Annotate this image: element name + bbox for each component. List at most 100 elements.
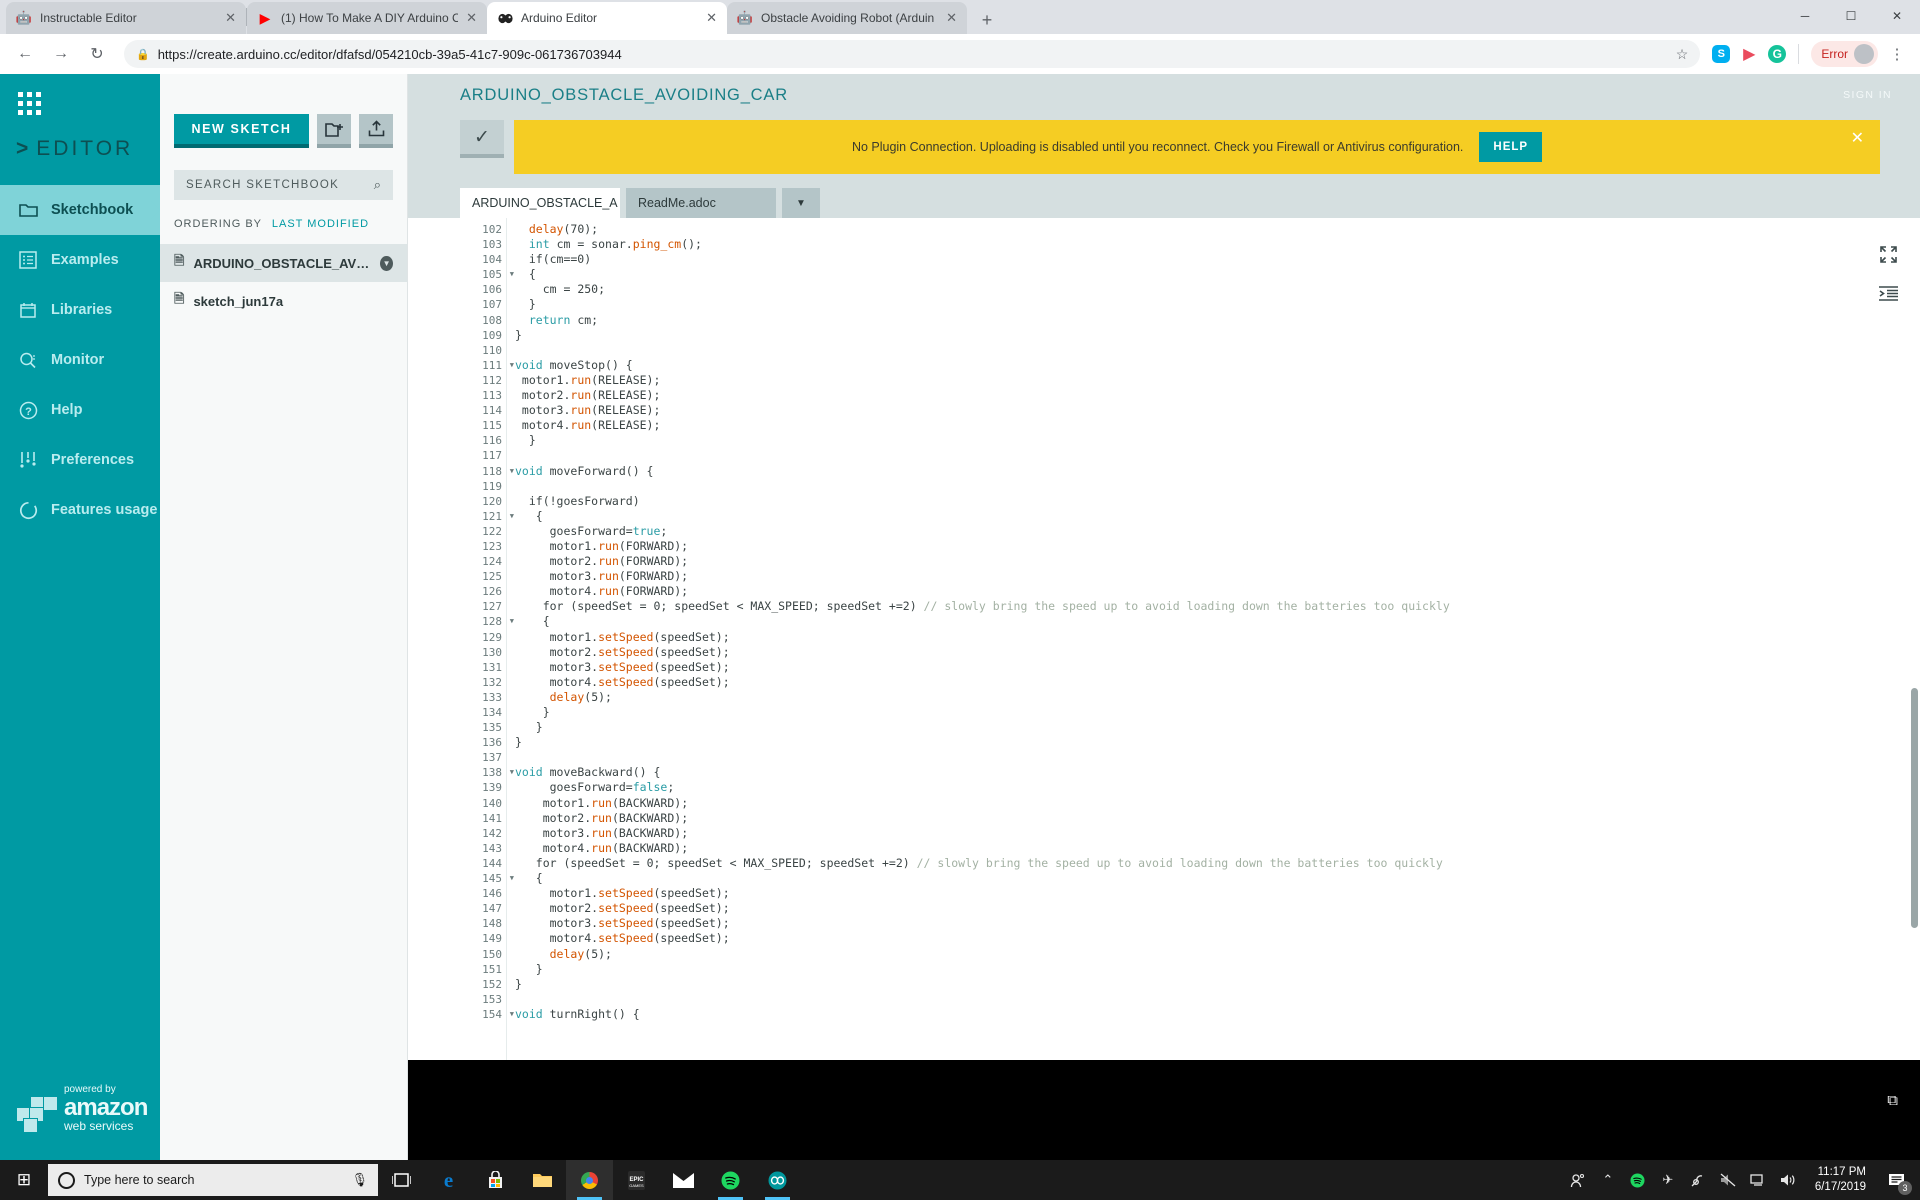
verify-button[interactable]: ✓ [460,120,504,158]
editor-scrollbar[interactable] [1911,688,1918,928]
skype-extension-icon[interactable]: S [1712,45,1730,63]
fold-toggle-icon[interactable]: ▼ [510,509,514,524]
code-line[interactable]: } [507,433,1920,448]
sidebar-item-monitor[interactable]: Monitor [0,335,160,385]
list-item-sketch-selected[interactable]: 🗎 ARDUINO_OBSTACLE_AVOIDIN... ▼ [160,244,407,282]
code-line[interactable]: goesForward=false; [507,780,1920,795]
sidebar-item-help[interactable]: ? Help [0,385,160,435]
code-line[interactable]: } [507,977,1920,992]
fold-toggle-icon[interactable]: ▼ [510,871,514,886]
code-line[interactable]: motor2.run(FORWARD); [507,554,1920,569]
forward-icon[interactable]: → [46,39,76,69]
code-line[interactable]: } [507,962,1920,977]
sidebar-item-sketchbook[interactable]: Sketchbook [0,185,160,235]
notification-icon[interactable]: 3 [1878,1160,1914,1200]
code-editor[interactable]: 102103104105▼106107108109110111▼11211311… [408,218,1920,1060]
close-icon[interactable]: ✕ [1851,128,1864,148]
clock[interactable]: 11:17 PM 6/17/2019 [1803,1165,1878,1195]
satellite-icon[interactable] [1683,1160,1713,1200]
profile-chip[interactable]: Error [1811,41,1878,67]
code-line[interactable]: motor1.setSpeed(speedSet); [507,886,1920,901]
code-line[interactable]: void turnRight() { [507,1007,1920,1022]
apps-grid-icon[interactable] [18,92,160,115]
copy-icon[interactable]: ⧉ [1887,1092,1898,1109]
mail-icon[interactable] [660,1160,707,1200]
fold-toggle-icon[interactable]: ▼ [510,267,514,282]
close-icon[interactable]: ✕ [706,10,717,26]
sidebar-item-libraries[interactable]: Libraries [0,285,160,335]
code-line[interactable]: if(!goesForward) [507,494,1920,509]
fold-toggle-icon[interactable]: ▼ [510,358,514,373]
code-line[interactable]: } [507,328,1920,343]
edge-icon[interactable]: e [425,1160,472,1200]
code-line[interactable]: { [507,267,1920,282]
code-line[interactable]: motor4.run(BACKWARD); [507,841,1920,856]
chevron-down-icon[interactable]: ▼ [380,256,393,271]
close-window-button[interactable]: ✕ [1874,0,1920,32]
search-input[interactable]: Type here to search 🎙 [48,1164,378,1196]
code-line[interactable]: motor4.setSpeed(speedSet); [507,675,1920,690]
code-line[interactable]: { [507,509,1920,524]
banner-help-button[interactable]: HELP [1479,132,1542,162]
grammarly-extension-icon[interactable]: G [1768,45,1786,63]
code-line[interactable] [507,448,1920,463]
code-line[interactable]: void moveForward() { [507,464,1920,479]
chevron-down-icon[interactable]: ▼ [782,188,820,218]
chrome-icon[interactable] [566,1160,613,1200]
code-line[interactable]: motor4.run(FORWARD); [507,584,1920,599]
code-line[interactable]: } [507,720,1920,735]
upload-icon[interactable] [359,114,393,148]
microsoft-store-icon[interactable] [472,1160,519,1200]
code-line[interactable]: motor1.setSpeed(speedSet); [507,630,1920,645]
code-line[interactable]: void moveStop() { [507,358,1920,373]
code-line[interactable]: delay(5); [507,947,1920,962]
close-icon[interactable]: ✕ [225,10,236,26]
new-folder-icon[interactable] [317,114,351,148]
code-line[interactable]: motor1.run(BACKWARD); [507,796,1920,811]
browser-tab-instructable-editor[interactable]: 🤖 Instructable Editor ✕ [6,2,246,34]
code-line[interactable]: motor3.run(RELEASE); [507,403,1920,418]
code-line[interactable]: motor3.setSpeed(speedSet); [507,916,1920,931]
new-tab-button[interactable]: + [973,6,1001,34]
format-indent-icon[interactable] [1879,286,1898,306]
file-explorer-icon[interactable] [519,1160,566,1200]
browser-tab-youtube[interactable]: ▶ (1) How To Make A DIY Arduino C ✕ [247,2,487,34]
search-sketchbook-input[interactable]: SEARCH SKETCHBOOK ⌕ [174,170,393,200]
code-line[interactable] [507,992,1920,1007]
fold-toggle-icon[interactable]: ▼ [510,1007,514,1022]
code-line[interactable]: motor3.run(FORWARD); [507,569,1920,584]
arduino-icon[interactable] [754,1160,801,1200]
bookmark-star-icon[interactable]: ☆ [1676,46,1689,63]
code-line[interactable]: motor3.run(BACKWARD); [507,826,1920,841]
fold-toggle-icon[interactable]: ▼ [510,765,514,780]
sidebar-item-preferences[interactable]: Preferences [0,435,160,485]
code-line[interactable]: motor2.run(RELEASE); [507,388,1920,403]
code-line[interactable]: goesForward=true; [507,524,1920,539]
code-line[interactable]: motor2.setSpeed(speedSet); [507,901,1920,916]
spotify-tray-icon[interactable] [1623,1160,1653,1200]
maximize-button[interactable]: ☐ [1828,0,1874,32]
code-line[interactable]: motor2.setSpeed(speedSet); [507,645,1920,660]
reload-icon[interactable]: ↻ [82,39,112,69]
code-line[interactable] [507,750,1920,765]
speaker-muted-icon[interactable] [1713,1160,1743,1200]
spotify-icon[interactable] [707,1160,754,1200]
back-icon[interactable]: ← [10,39,40,69]
code-line[interactable]: } [507,735,1920,750]
fold-toggle-icon[interactable]: ▼ [510,614,514,629]
red-extension-icon[interactable]: ▶ [1736,41,1762,67]
code-line[interactable]: { [507,614,1920,629]
tab-sketch-file[interactable]: ARDUINO_OBSTACLE_A [460,188,620,218]
code-line[interactable]: delay(5); [507,690,1920,705]
search-icon[interactable]: ⌕ [374,177,381,193]
code-line[interactable]: motor4.run(RELEASE); [507,418,1920,433]
airplane-mode-icon[interactable]: ✈ [1653,1160,1683,1200]
code-line[interactable]: void moveBackward() { [507,765,1920,780]
code-line[interactable]: cm = 250; [507,282,1920,297]
sidebar-item-features-usage[interactable]: Features usage [0,485,160,535]
people-icon[interactable] [1563,1160,1593,1200]
browser-tab-obstacle-avoiding-robot[interactable]: 🤖 Obstacle Avoiding Robot (Arduin ✕ [727,2,967,34]
code-line[interactable]: motor1.run(FORWARD); [507,539,1920,554]
code-line[interactable] [507,343,1920,358]
show-hidden-icons-icon[interactable]: ⌃ [1593,1160,1623,1200]
